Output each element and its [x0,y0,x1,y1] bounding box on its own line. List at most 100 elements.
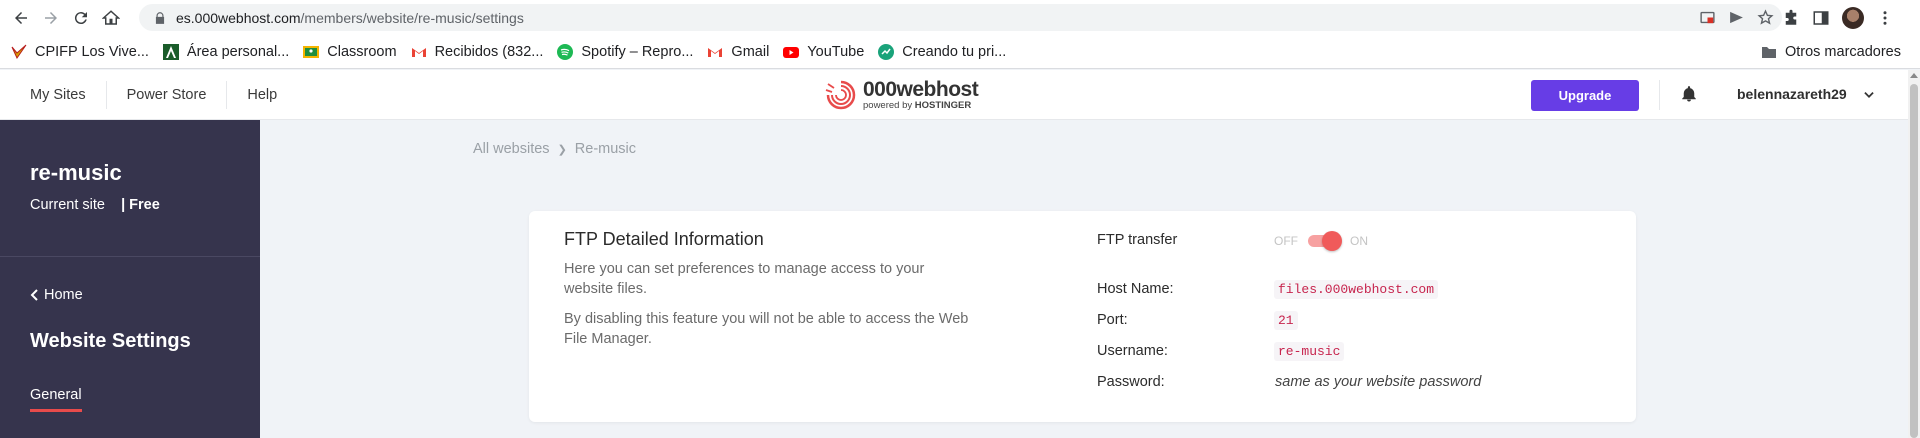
logo-sub-prefix: powered by [863,99,913,111]
bookmark-cpifp[interactable]: CPIFP Los Vive... [4,38,156,66]
url-host: es.000webhost.com [176,9,301,26]
bookmark-label: Recibidos (832... [434,43,544,60]
toggle-off-label: OFF [1274,234,1298,248]
bookmark-creando[interactable]: Creando tu pri... [871,38,1013,66]
ftp-transfer-toggle[interactable] [1306,231,1342,251]
other-bookmarks-label: Otros marcadores [1784,44,1901,60]
classroom-icon [303,45,320,58]
bookmark-label: Spotify – Repro... [581,43,694,60]
breadcrumb-separator-icon: ❯ [557,143,567,156]
reload-icon [74,11,87,24]
reload-button[interactable] [66,3,96,33]
area-personal-icon [162,43,179,60]
host-name-value: files.000webhost.com [1274,280,1439,299]
side-panel-icon[interactable] [1812,9,1830,27]
bookmark-label: Gmail [731,43,770,60]
bookmark-label: Área personal... [186,43,290,60]
current-site-label: Current site [30,197,105,213]
card-warning: By disabling this feature you will not b… [564,311,969,347]
profile-avatar[interactable] [1842,6,1864,29]
arrow-right-icon [45,11,57,24]
kebab-menu-icon[interactable] [1876,9,1894,27]
password-label: Password: [1097,374,1165,390]
settings-title: Website Settings [30,330,191,352]
back-button[interactable] [6,3,36,33]
ftp-transfer-label: FTP transfer [1097,232,1178,248]
url-path: /members/website/re-music/settings [300,9,524,26]
breadcrumb-all-websites[interactable]: All websites [473,141,550,157]
logo-text: 000webhost powered by HOSTINGER [863,77,979,111]
username-label: Username: [1097,343,1168,359]
sidebar-divider [0,256,260,257]
bookmark-label: Classroom [327,43,397,60]
nav-my-sites[interactable]: My Sites [0,81,107,109]
bookmark-label: YouTube [807,43,865,60]
nav-help[interactable]: Help [227,81,297,109]
site-name: re-music [30,160,122,185]
ftp-toggle-group: OFF ON [1274,231,1368,251]
gmail-icon [411,47,426,57]
bookmark-label: CPIFP Los Vive... [35,43,149,60]
upgrade-button[interactable]: Upgrade [1531,80,1639,111]
bookmark-youtube[interactable]: YouTube [776,38,871,66]
sidebar: re-music Current site | Free Home Websit… [0,120,260,438]
bookmark-recibidos[interactable]: Recibidos (832... [404,38,551,66]
logo-sub: powered by HOSTINGER [863,100,978,111]
host-name-label: Host Name: [1097,281,1174,297]
creando-icon [878,43,895,60]
top-nav: My Sites Power Store Help [0,70,297,120]
bookmarks-bar: CPIFP Los Vive... Área personal... Class… [0,35,1920,69]
user-menu-name[interactable]: belennazareth29 [1737,86,1847,102]
bookmark-classroom[interactable]: Classroom [296,38,403,66]
site-header: My Sites Power Store Help 000webhost pow… [0,70,1908,120]
header-divider [1659,80,1660,110]
spotify-icon [557,43,574,60]
home-link-label: Home [44,287,83,303]
breadcrumb-current: Re-music [574,141,637,157]
logo-sub-brand: HOSTINGER [914,99,972,111]
port-label: Port: [1097,312,1128,328]
bookmark-area-personal[interactable]: Área personal... [156,38,296,66]
chevron-left-icon [30,289,38,301]
forward-button[interactable] [36,3,66,33]
browser-toolbar: es.000webhost.com/members/website/re-mus… [0,0,1920,35]
ftp-info-card: FTP Detailed Information Here you can se… [529,211,1636,422]
send-icon[interactable] [1728,9,1745,26]
username-value: re-music [1274,342,1345,361]
card-title: FTP Detailed Information [564,229,764,249]
plan-badge: | Free [121,197,160,213]
youtube-icon [783,46,800,58]
puzzle-icon[interactable] [1782,9,1800,27]
home-icon [102,9,120,25]
address-bar[interactable]: es.000webhost.com/members/website/re-mus… [139,4,1782,31]
page-scrollbar[interactable] [1908,70,1920,438]
lock-icon [155,11,165,24]
arrow-left-icon [15,11,27,24]
toggle-knob [1322,231,1342,251]
logo[interactable]: 000webhost powered by HOSTINGER [823,77,979,111]
scroll-up-arrow-icon[interactable] [1910,73,1918,78]
gmail-icon [708,47,723,57]
cpifp-icon [11,44,27,59]
bookmark-spotify[interactable]: Spotify – Repro... [550,38,700,66]
other-bookmarks[interactable]: Otros marcadores [1754,38,1908,66]
sidebar-item-general[interactable]: General [30,387,82,412]
card-description: Here you can set preferences to manage a… [564,261,925,297]
breadcrumb: All websites ❯ Re-music [473,141,636,157]
star-icon[interactable] [1757,9,1774,26]
omnibox-actions [1699,4,1774,31]
bell-icon[interactable] [1680,85,1698,103]
home-button[interactable] [96,3,126,33]
site-meta: Current site | Free [30,197,160,213]
home-link[interactable]: Home [30,287,83,303]
scroll-thumb[interactable] [1910,84,1918,438]
folder-icon [1761,47,1776,58]
nav-power-store[interactable]: Power Store [107,81,228,109]
cast-blocked-icon[interactable] [1699,9,1716,26]
swirl-logo-icon [825,80,856,110]
logo-main: 000webhost [863,77,979,101]
extension-area [1782,0,1894,35]
bookmark-gmail[interactable]: Gmail [700,38,776,66]
chevron-down-icon[interactable] [1862,88,1876,102]
bookmark-label: Creando tu pri... [902,43,1007,60]
